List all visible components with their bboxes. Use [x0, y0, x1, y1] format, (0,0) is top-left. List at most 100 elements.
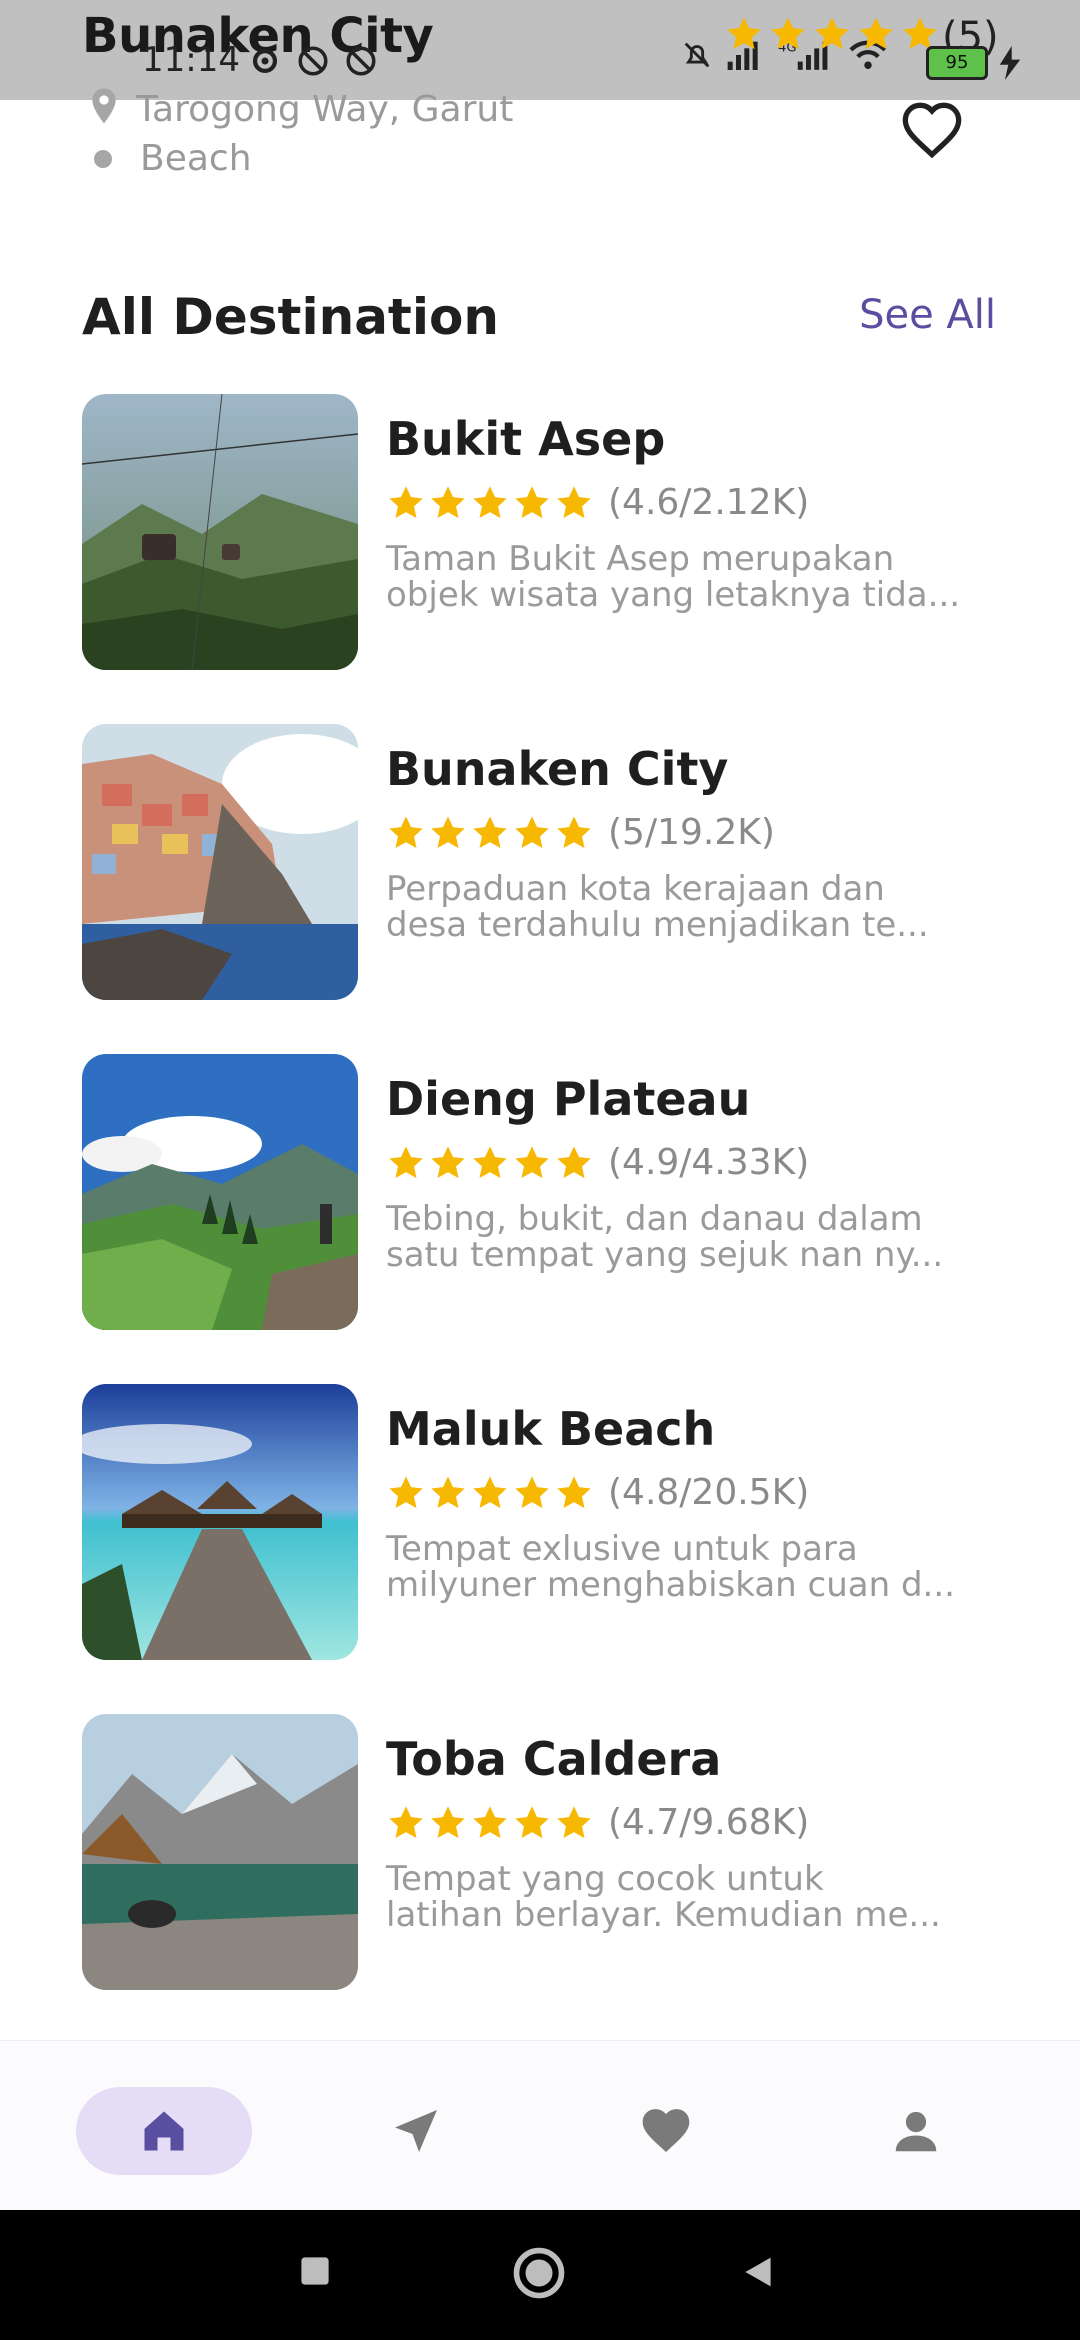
rating-text: (4.8/20.5K)	[608, 1472, 810, 1513]
blocked-icon	[296, 44, 330, 78]
rating-row: (4.7/9.68K)	[386, 1802, 1006, 1843]
destination-name: Toba Caldera	[386, 1732, 722, 1786]
category-row: Beach	[94, 138, 252, 179]
destination-name: Dieng Plateau	[386, 1072, 751, 1126]
description-line: Taman Bukit Asep merupakan	[386, 539, 895, 579]
destination-name: Bunaken City	[386, 742, 729, 796]
nav-profile[interactable]	[828, 2087, 1004, 2175]
destination-card[interactable]: Bunaken City (5/19.2K) Perpaduan kota ke…	[82, 724, 1002, 1054]
destination-description: Perpaduan kota kerajaan dan desa terdahu…	[386, 871, 1006, 943]
destination-card[interactable]: Maluk Beach (4.8/20.5K) Tempat exlusive …	[82, 1384, 1002, 1714]
charging-icon	[998, 46, 1022, 84]
description-line: Tebing, bukit, dan danau dalam	[386, 1199, 923, 1239]
rating-row: (4.8/20.5K)	[386, 1472, 1006, 1513]
status-icons-left	[248, 44, 378, 78]
star-icon	[557, 1805, 591, 1838]
location-pin-icon	[90, 88, 118, 130]
muted-bell-icon	[680, 38, 714, 76]
destination-card[interactable]: Toba Caldera (4.7/9.68K) Tempat yang coc…	[82, 1714, 1002, 2044]
description-line: Tempat yang cocok untuk	[386, 1859, 824, 1899]
star-icon	[431, 815, 465, 848]
blocked-icon	[344, 44, 378, 78]
star-icon	[389, 1805, 423, 1838]
description-line: Perpaduan kota kerajaan dan	[386, 869, 885, 909]
destination-thumbnail	[82, 394, 358, 670]
destination-thumbnail	[82, 1714, 358, 1990]
destination-thumbnail	[82, 724, 358, 1000]
gear-icon	[248, 44, 282, 78]
person-icon	[895, 2111, 937, 2152]
nav-favorites[interactable]	[578, 2087, 754, 2175]
star-icon	[515, 485, 549, 518]
description-line: desa terdahulu menjadikan te...	[386, 907, 929, 943]
recents-button[interactable]	[298, 2254, 332, 2292]
rating-row: (4.6/2.12K)	[386, 482, 1006, 523]
destination-thumbnail	[82, 1054, 358, 1330]
star-icon	[473, 1475, 507, 1508]
favorite-button[interactable]	[900, 100, 964, 164]
destination-card[interactable]: Bukit Asep (4.6/2.12K) Taman Bukit Asep …	[82, 394, 1002, 724]
back-button[interactable]	[740, 2254, 776, 2294]
star-icon	[557, 1475, 591, 1508]
star-icon	[389, 815, 423, 848]
destination-name: Bukit Asep	[386, 412, 666, 466]
star-icon	[473, 1145, 507, 1178]
battery-indicator: 95	[926, 46, 988, 80]
location-text: Tarogong Way, Garut	[136, 88, 514, 130]
circle-icon	[513, 2247, 565, 2299]
destination-description: Taman Bukit Asep merupakan objek wisata …	[386, 541, 1006, 613]
destination-card[interactable]: Dieng Plateau (4.9/4.33K) Tebing, bukit,…	[82, 1054, 1002, 1384]
destination-description: Tebing, bukit, dan danau dalam satu temp…	[386, 1201, 1006, 1273]
destination-description: Tempat exlusive untuk para milyuner meng…	[386, 1531, 1006, 1603]
home-icon	[144, 2111, 184, 2151]
category-text: Beach	[140, 138, 252, 179]
description-line: satu tempat yang sejuk nan ny...	[386, 1237, 944, 1273]
section-title: All Destination	[82, 288, 499, 346]
star-icon	[431, 1475, 465, 1508]
star-icon	[473, 485, 507, 518]
navigation-icon	[395, 2110, 437, 2152]
heart-icon	[642, 2109, 690, 2152]
back-triangle-icon	[745, 2257, 771, 2287]
destination-description: Tempat yang cocok untuk latihan berlayar…	[386, 1861, 1006, 1933]
star-icon	[515, 1475, 549, 1508]
description-line: objek wisata yang letaknya tida...	[386, 577, 961, 613]
star-icon	[431, 1805, 465, 1838]
system-navigation-bar	[0, 2210, 1080, 2340]
star-icon	[473, 815, 507, 848]
rating-text: (4.7/9.68K)	[608, 1802, 810, 1843]
star-icon	[389, 1475, 423, 1508]
status-bar: Bunaken City 11:14 4G (5) 95	[0, 0, 1080, 100]
clock: 11:14	[142, 40, 240, 80]
nav-explore[interactable]	[328, 2087, 504, 2175]
rating-text: (4.6/2.12K)	[608, 482, 810, 523]
rating-text: (4.9/4.33K)	[608, 1142, 810, 1183]
destination-name: Maluk Beach	[386, 1402, 716, 1456]
nav-home[interactable]	[76, 2087, 252, 2175]
rating-row: (4.9/4.33K)	[386, 1142, 1006, 1183]
description-line: latihan berlayar. Kemudian me...	[386, 1897, 941, 1933]
description-line: milyuner menghabiskan cuan d...	[386, 1567, 955, 1603]
star-icon	[473, 1805, 507, 1838]
home-system-button[interactable]	[512, 2246, 566, 2304]
square-icon	[301, 2257, 329, 2285]
location-row: Tarogong Way, Garut	[90, 88, 513, 130]
bottom-navigation	[0, 2040, 1080, 2211]
destination-thumbnail	[82, 1384, 358, 1660]
star-icon	[389, 485, 423, 518]
star-icon	[515, 1805, 549, 1838]
rating-row: (5/19.2K)	[386, 812, 1006, 853]
star-icon	[389, 1145, 423, 1178]
star-icon	[557, 1145, 591, 1178]
star-icon	[515, 815, 549, 848]
overlay-stars	[724, 14, 940, 54]
star-icon	[431, 1145, 465, 1178]
see-all-link[interactable]: See All	[859, 292, 996, 338]
star-icon	[557, 485, 591, 518]
star-icon	[557, 815, 591, 848]
heart-outline-icon	[902, 102, 962, 159]
bullet-dot	[94, 149, 112, 168]
star-icon	[515, 1145, 549, 1178]
star-icon	[431, 485, 465, 518]
rating-text: (5/19.2K)	[608, 812, 775, 853]
